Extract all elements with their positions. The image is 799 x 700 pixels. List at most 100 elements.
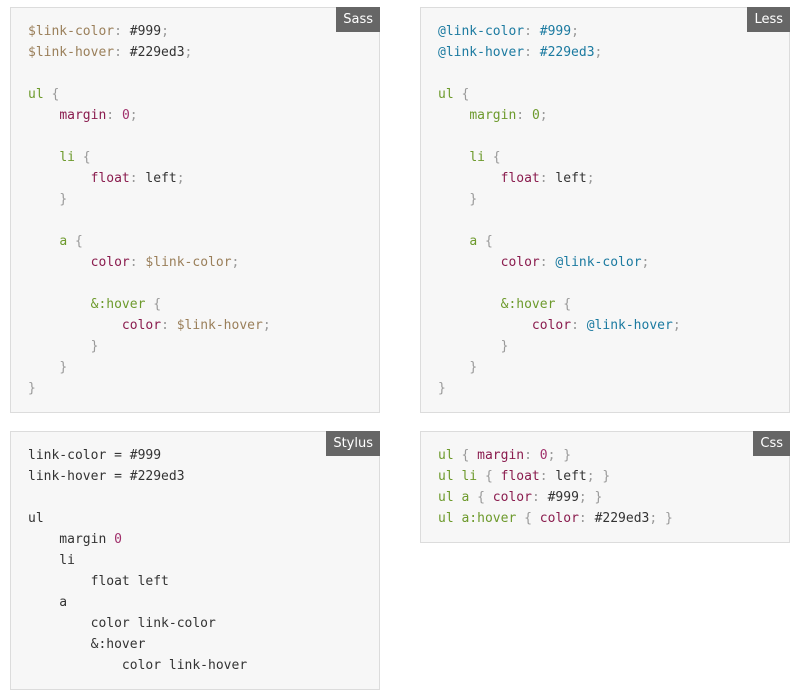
code-line: color: $link-color; xyxy=(28,252,271,273)
code-token: { xyxy=(74,150,91,165)
code-line: color link-hover xyxy=(28,655,247,676)
code-token: float left xyxy=(28,574,169,589)
code-token: color xyxy=(90,255,130,270)
code-token: } xyxy=(28,381,36,396)
code-line: $link-hover: #229ed3; xyxy=(28,42,271,63)
code-token: ; xyxy=(176,171,185,186)
css-code-block[interactable]: ul { margin: 0; } ul li { float: left; } u… xyxy=(438,445,673,529)
code-token: { xyxy=(453,448,478,463)
code-token: ; } xyxy=(578,490,603,505)
code-line: ul a { color: #999; } xyxy=(438,487,673,508)
code-line: } xyxy=(28,378,271,399)
code-token: : xyxy=(114,24,130,39)
code-token: li xyxy=(28,553,75,568)
code-token: 0 xyxy=(114,532,122,547)
code-token: ; xyxy=(161,24,169,39)
code-line: ul { margin: 0; } xyxy=(438,445,673,466)
code-token: ul xyxy=(438,448,454,463)
code-token: #999 xyxy=(539,24,572,39)
sass-code-block[interactable]: $link-color: #999; $link-hover: #229ed3; u… xyxy=(28,21,271,399)
code-token: ul a xyxy=(438,490,470,505)
code-line: $link-color: #999; xyxy=(28,21,271,42)
code-token: @link-color xyxy=(555,255,642,270)
code-token: color xyxy=(500,255,540,270)
code-token: ; xyxy=(184,45,193,60)
code-token: ; xyxy=(231,255,240,270)
code-token: margin xyxy=(469,108,517,123)
code-line: ul { xyxy=(28,84,271,105)
code-token: } xyxy=(59,192,68,207)
code-token: ; } xyxy=(547,448,572,463)
code-line: color: @link-hover; xyxy=(438,315,681,336)
code-line: float left xyxy=(28,571,247,592)
sass-code-panel: Sass $link-color: #999; $link-hover: #229… xyxy=(10,7,380,413)
code-line: a { xyxy=(438,231,681,252)
code-line: ul li { float: left; } xyxy=(438,466,673,487)
code-token: : xyxy=(524,45,540,60)
code-token: li xyxy=(469,150,485,165)
code-token: ul xyxy=(438,87,454,102)
code-token: : xyxy=(161,318,177,333)
code-token: left xyxy=(145,171,177,186)
code-line: a xyxy=(28,592,247,613)
code-token: ul li xyxy=(438,469,478,484)
code-token: : xyxy=(539,469,556,484)
code-token: : xyxy=(578,511,595,526)
code-token: margin xyxy=(477,448,525,463)
code-token: ; xyxy=(641,255,650,270)
code-token: : xyxy=(524,448,540,463)
code-token: { xyxy=(145,297,162,312)
code-line: a { xyxy=(28,231,271,252)
code-token: { xyxy=(453,87,470,102)
code-token: link-color = #999 xyxy=(28,448,162,463)
less-code-panel: Less @link-color: #999; @link-hover: #229… xyxy=(420,7,790,413)
stylus-code-panel: Stylus link-color = #999 link-hover = #22… xyxy=(10,431,380,690)
code-line: color: @link-color; xyxy=(438,252,681,273)
code-token: li xyxy=(59,150,75,165)
code-token: color xyxy=(531,318,572,333)
code-line: } xyxy=(438,357,681,378)
code-token: $link-color xyxy=(145,255,232,270)
code-token: color xyxy=(121,318,162,333)
code-token: } xyxy=(59,360,68,375)
code-token: $link-hover xyxy=(176,318,263,333)
code-token: ; xyxy=(129,108,138,123)
code-line: } xyxy=(28,189,271,210)
code-token: } xyxy=(90,339,99,354)
less-code-block[interactable]: @link-color: #999; @link-hover: #229ed3; u… xyxy=(438,21,681,399)
stylus-language-badge: Stylus xyxy=(326,431,380,456)
stylus-code-block[interactable]: link-color = #999 link-hover = #229ed3 ul … xyxy=(28,445,247,676)
code-token: ; xyxy=(539,108,548,123)
code-token: float xyxy=(90,171,130,186)
code-token: } xyxy=(469,360,478,375)
code-token: #229ed3 xyxy=(539,45,595,60)
code-token: &:hover xyxy=(90,297,146,312)
code-line: link-color = #999 xyxy=(28,445,247,466)
code-token: { xyxy=(477,234,493,249)
code-token: : xyxy=(114,45,130,60)
code-token: color xyxy=(492,490,532,505)
code-token: @link-hover xyxy=(586,318,673,333)
code-token: 0 xyxy=(121,108,130,123)
code-token: left xyxy=(555,171,587,186)
code-line: link-hover = #229ed3 xyxy=(28,466,247,487)
less-language-badge: Less xyxy=(747,7,790,32)
code-token: ; xyxy=(571,24,579,39)
code-token: } xyxy=(500,339,509,354)
code-token: a xyxy=(28,595,68,610)
code-token: 0 xyxy=(531,108,540,123)
